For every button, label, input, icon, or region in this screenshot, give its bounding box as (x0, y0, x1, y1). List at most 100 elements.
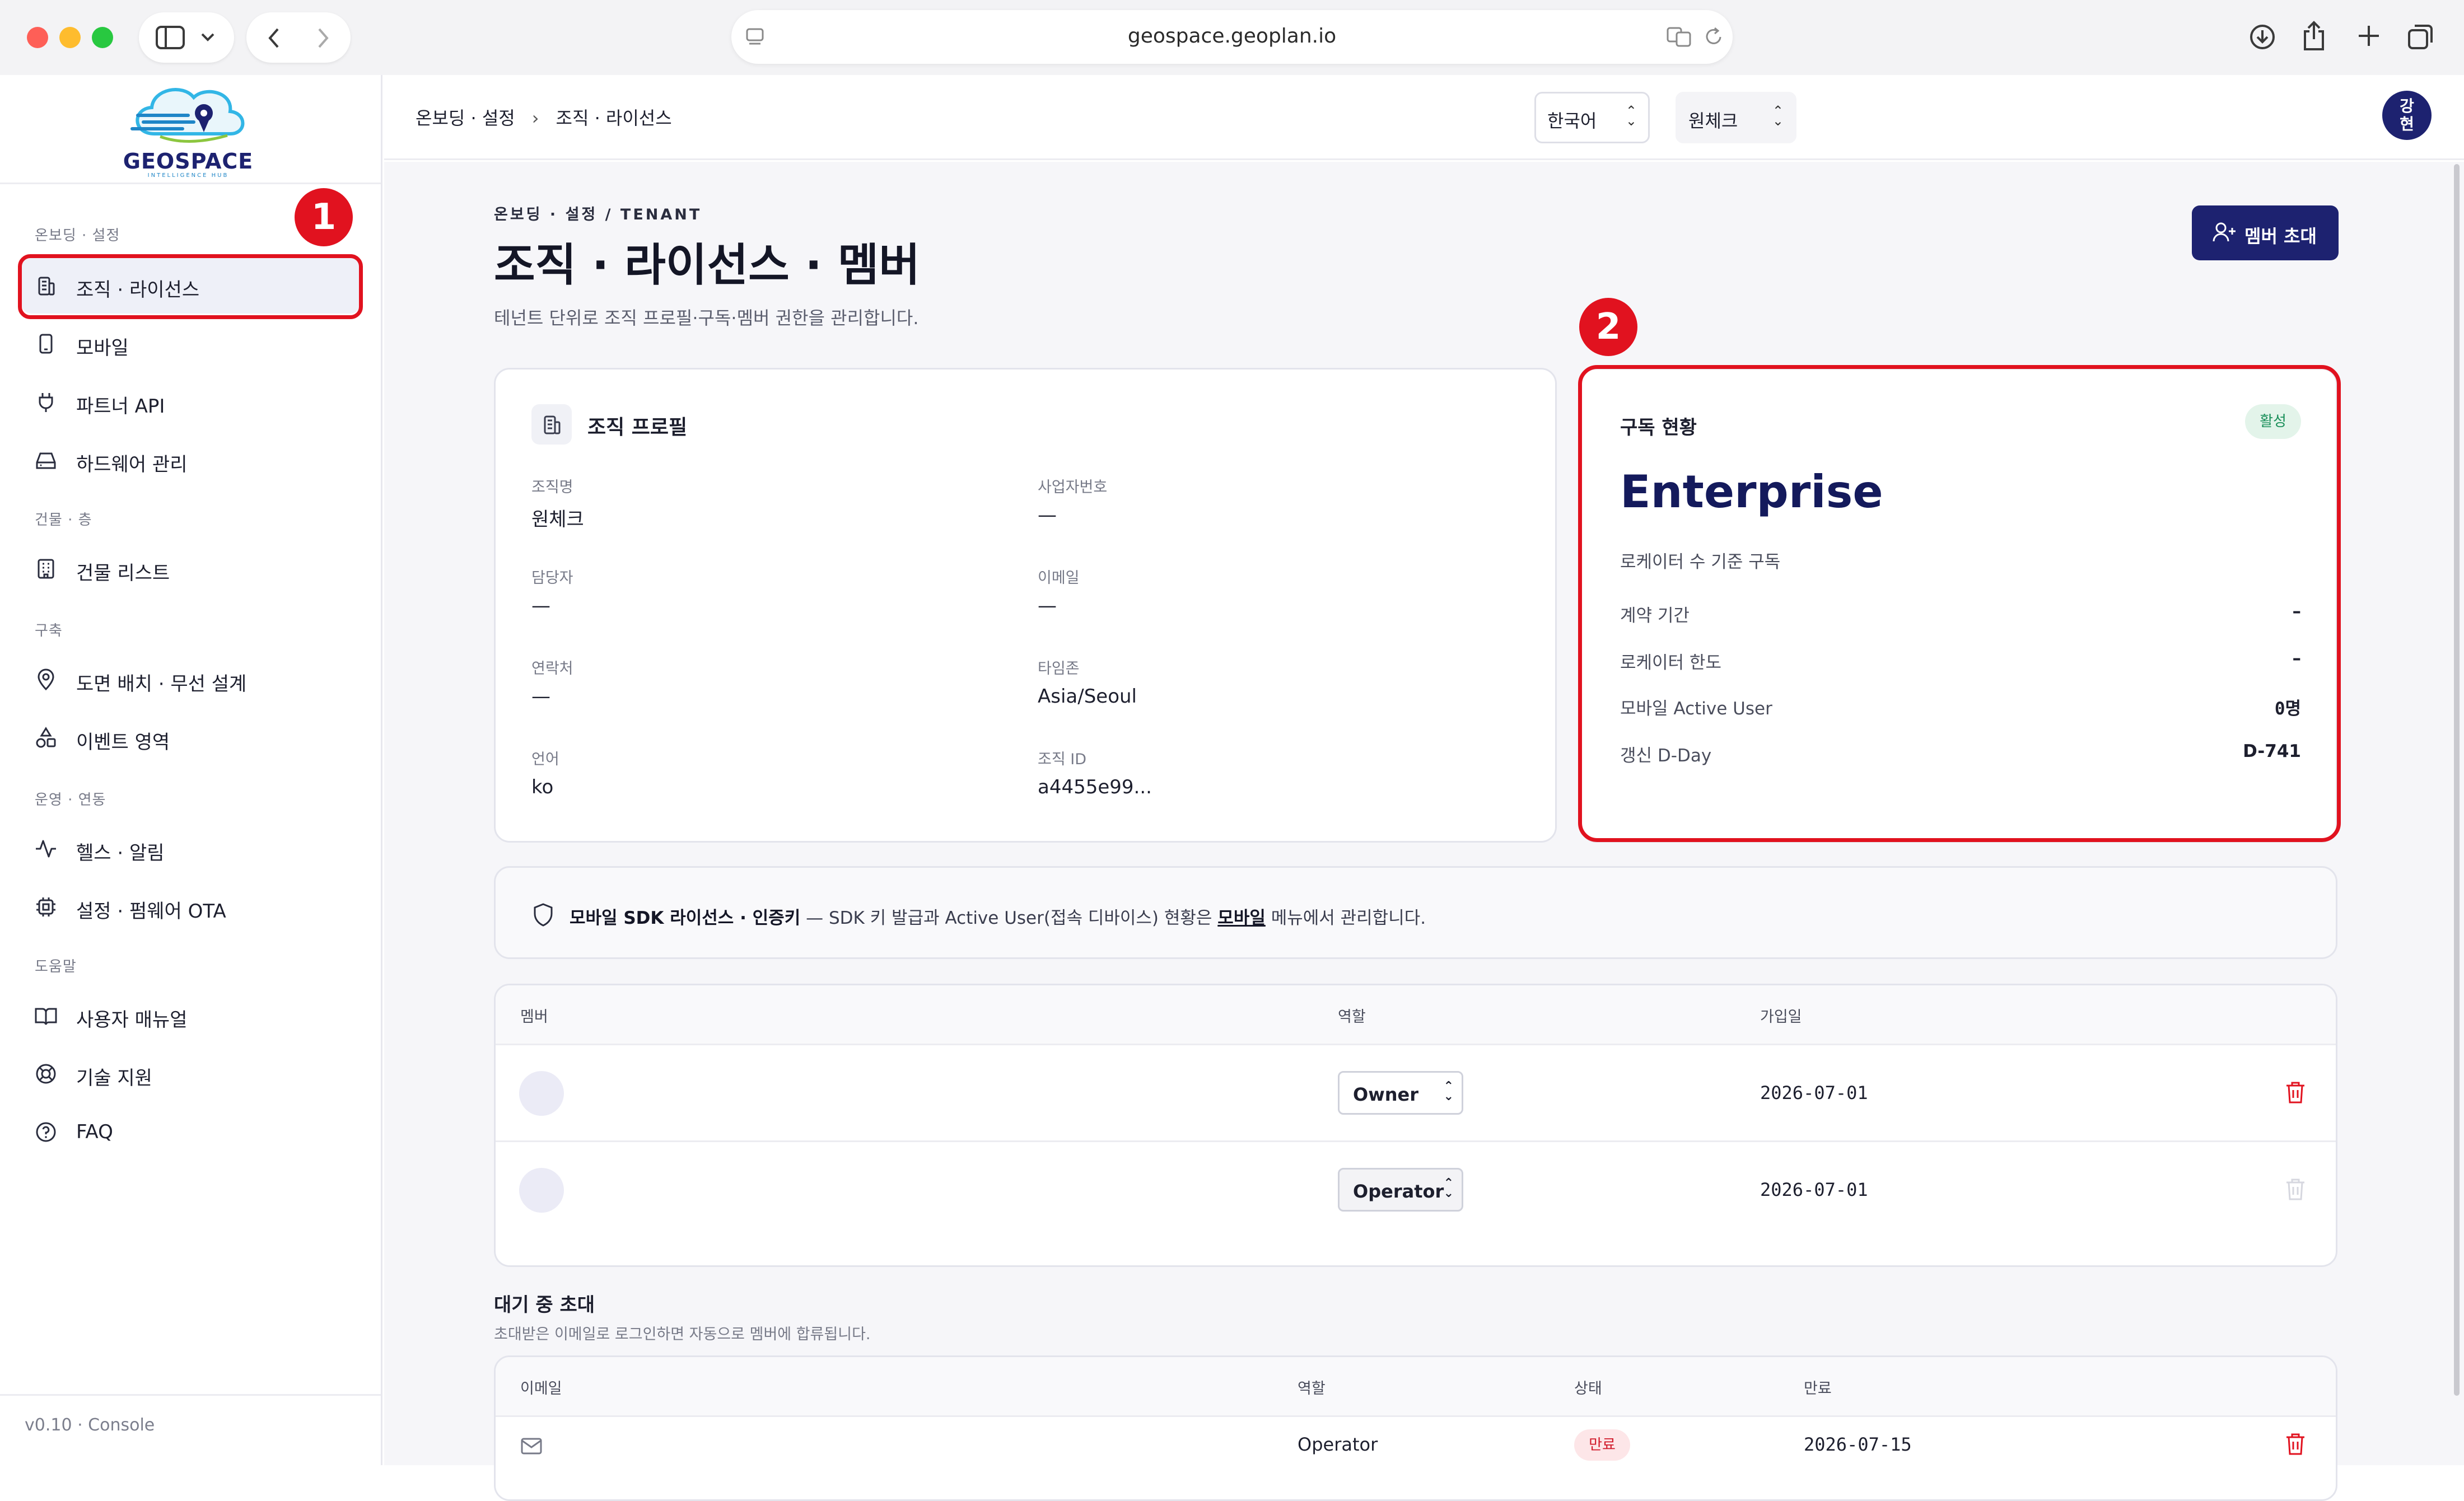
pending-subtitle: 초대받은 이메일로 로그인하면 자동으로 멤버에 합류됩니다. (494, 1326, 871, 1343)
highlight-box-1 (18, 254, 363, 319)
trash-icon[interactable] (2284, 1432, 2307, 1456)
translate-icon[interactable] (1667, 27, 1692, 47)
sidebar-item-firmware[interactable]: 설정 · 펌웨어 OTA (21, 879, 361, 935)
sidebar-item-label: 기술 지원 (76, 1067, 152, 1089)
section-title-help: 도움말 (35, 958, 77, 975)
section-title-ops: 운영 · 연동 (35, 792, 106, 808)
field-value: — (531, 595, 550, 617)
version-label: v0.10 · Console (25, 1415, 155, 1435)
address-bar[interactable]: geospace.geoplan.io (731, 10, 1733, 64)
field-label: 타임존 (1038, 660, 1080, 677)
page-subtitle: 테넌트 단위로 조직 프로필·구독·멤버 권한을 관리합니다. (494, 307, 919, 329)
geospace-logo[interactable]: GEOSPACE INTELLIGENCE HUB (121, 81, 255, 179)
lifebuoy-icon (36, 1064, 56, 1084)
zoom-window-button[interactable] (92, 27, 113, 48)
profile-card-title: 조직 프로필 (587, 416, 688, 439)
trash-icon[interactable] (2284, 1080, 2307, 1105)
sidebar-item-partner-api[interactable]: 파트너 API (21, 374, 361, 430)
close-window-button[interactable] (27, 27, 48, 48)
page-eyebrow: 온보딩 · 설정 / TENANT (494, 206, 702, 223)
table-header: 이메일 역할 상태 만료 (496, 1357, 2336, 1415)
highlight-box-2 (1578, 365, 2341, 842)
sidebar-item-hardware[interactable]: 하드웨어 관리 (21, 432, 361, 488)
org-profile-card: 조직 프로필 조직명 원체크 사업자번호 — 담당자 — 이메일 — 연락처 —… (494, 368, 1557, 843)
sidebar-item-event-zone[interactable]: 이벤트 영역 (21, 710, 361, 766)
section-title-build: 구축 (35, 623, 63, 639)
tab-overview-icon[interactable] (2407, 22, 2435, 50)
field-label: 사업자번호 (1038, 479, 1108, 496)
scrollbar-thumb[interactable] (2454, 164, 2460, 1396)
sidebar-item-label: 도면 배치 · 무선 설계 (76, 673, 247, 695)
user-avatar[interactable]: 강 현 (2382, 91, 2432, 140)
column-header: 역할 (1298, 1380, 1326, 1397)
invite-member-button[interactable]: 멤버 초대 (2192, 205, 2339, 260)
sdk-notice: 모바일 SDK 라이선스 · 인증키 — SDK 키 발급과 Active Us… (494, 866, 2337, 959)
reload-icon[interactable] (1704, 26, 1724, 48)
marker-badge-1: 1 (295, 188, 353, 246)
sidebar-item-label: 파트너 API (76, 395, 165, 418)
sidebar-item-support[interactable]: 기술 지원 (21, 1046, 361, 1102)
profile-icon-box (531, 404, 572, 445)
download-icon[interactable] (2249, 24, 2276, 50)
sidebar-divider (0, 183, 381, 184)
sidebar-item-building-list[interactable]: 건물 리스트 (21, 541, 361, 597)
section-title-onboarding: 온보딩 · 설정 (35, 227, 120, 244)
sidebar-item-label: 이벤트 영역 (76, 731, 170, 754)
member-avatar (519, 1168, 564, 1213)
field-label: 담당자 (531, 569, 573, 587)
joined-date: 2026-07-01 (1760, 1179, 1868, 1200)
sidebar-item-label: 모바일 (76, 337, 129, 359)
browser-toolbar: geospace.geoplan.io (0, 0, 2464, 75)
sidebar-item-floorplan[interactable]: 도면 배치 · 무선 설계 (21, 652, 361, 708)
role-select[interactable]: Owner ⌃ ⌄ (1338, 1071, 1463, 1115)
sdk-notice-strong: 모바일 SDK 라이선스 · 인증키 (570, 908, 801, 928)
hard-drive-icon (36, 452, 56, 469)
field-label: 이메일 (1038, 569, 1080, 587)
field-label: 연락처 (531, 660, 573, 677)
user-plus-icon (2213, 222, 2236, 242)
select-arrows-icon: ⌃ ⌄ (1443, 1176, 1454, 1200)
page-title: 조직 · 라이선스 · 멤버 (494, 239, 920, 291)
role-select[interactable]: Operator ⌃ ⌄ (1338, 1168, 1463, 1212)
share-icon[interactable] (2302, 20, 2326, 52)
field-value: 원체크 (531, 508, 584, 531)
book-icon (35, 1008, 57, 1025)
chip-icon (36, 897, 55, 917)
breadcrumb: 온보딩 · 설정 › 조직 · 라이선스 (416, 104, 672, 130)
field-value: — (531, 685, 550, 708)
logo-tagline: INTELLIGENCE HUB (147, 172, 229, 179)
sdk-notice-body: — SDK 키 발급과 Active User(접속 디바이스) 현황은 (800, 908, 1218, 928)
org-select[interactable]: 원체크 ⌃ ⌄ (1676, 92, 1796, 143)
chevron-down-icon (201, 33, 214, 41)
role-select-value: Operator (1353, 1181, 1444, 1202)
sidebar-item-health[interactable]: 헬스 · 알림 (21, 821, 361, 877)
column-header: 만료 (1804, 1380, 1832, 1397)
sidebar-item-faq[interactable]: FAQ (21, 1104, 361, 1160)
new-tab-icon[interactable] (2356, 24, 2381, 48)
field-value: — (1038, 504, 1057, 526)
sidebar-footer-divider (0, 1394, 381, 1396)
expires-date: 2026-07-15 (1804, 1434, 1912, 1455)
table-row: Owner ⌃ ⌄ 2026-07-01 (496, 1045, 2336, 1140)
sidebar-item-mobile[interactable]: 모바일 (21, 316, 361, 372)
mobile-menu-link[interactable]: 모바일 (1217, 908, 1266, 928)
avatar-initials: 강 현 (2400, 97, 2414, 133)
language-select[interactable]: 한국어 ⌃ ⌄ (1534, 92, 1650, 143)
breadcrumb-current: 조직 · 라이선스 (556, 107, 672, 129)
breadcrumb-item[interactable]: 온보딩 · 설정 (416, 107, 515, 129)
history-nav (246, 12, 351, 63)
sidebar-item-manual[interactable]: 사용자 매뉴얼 (21, 988, 361, 1044)
sidebar-item-label: 사용자 매뉴얼 (76, 1009, 188, 1031)
sidebar-toggle-button[interactable] (139, 12, 234, 63)
pending-title: 대기 중 초대 (494, 1294, 595, 1316)
url-text: geospace.geoplan.io (1127, 25, 1337, 48)
minimize-window-button[interactable] (59, 27, 81, 48)
language-select-value: 한국어 (1547, 110, 1597, 132)
invite-button-label: 멤버 초대 (2244, 226, 2317, 247)
joined-date: 2026-07-01 (1760, 1082, 1868, 1103)
back-arrow-icon[interactable] (267, 27, 280, 49)
field-label: 조직 ID (1038, 751, 1087, 768)
forward-arrow-icon[interactable] (317, 27, 330, 49)
select-arrows-icon: ⌃ ⌄ (1772, 103, 1784, 129)
member-avatar (519, 1071, 564, 1116)
